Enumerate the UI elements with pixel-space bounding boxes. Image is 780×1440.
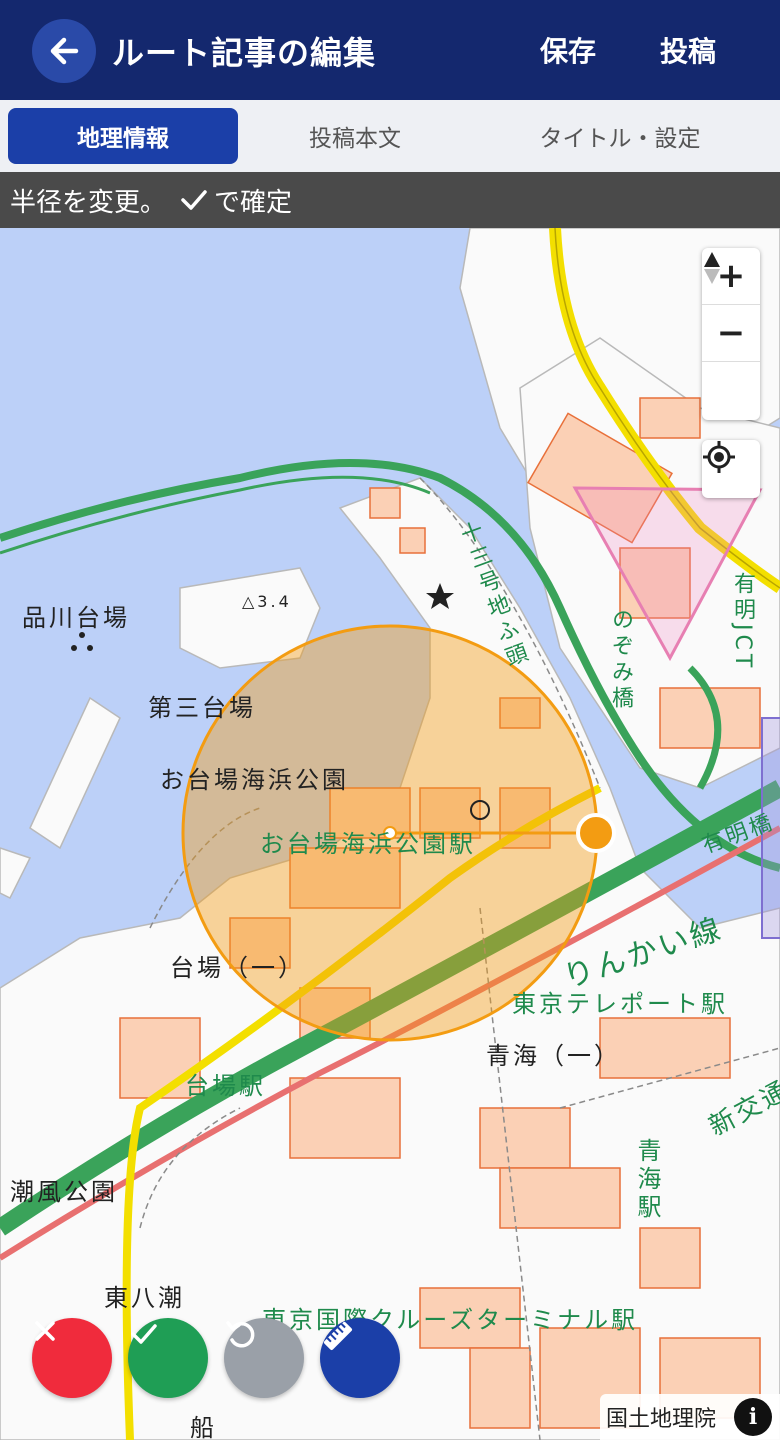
map-label-kaihin-station: お台場海浜公園駅 [260, 830, 476, 858]
map-label-nozomi-bridge: のぞみ橋 [608, 608, 633, 712]
measure-button[interactable] [320, 1318, 400, 1398]
compass-button[interactable] [702, 252, 760, 419]
map-label-aomi-station: 青海駅 [633, 1138, 661, 1222]
save-button[interactable]: 保存 [540, 30, 596, 70]
map-view[interactable]: 品川台場 △3.4 第三台場 お台場海浜公園 お台場海浜公園駅 台場（一） 台場… [0, 228, 780, 1440]
compass-icon [704, 252, 720, 284]
map-label-higashi-yashio: 東八潮 [104, 1284, 185, 1312]
confirm-button[interactable] [128, 1318, 208, 1398]
map-label-daiba-station: 台場駅 [185, 1072, 266, 1100]
map-label-shiokaze-park: 潮風公園 [10, 1178, 118, 1206]
back-button[interactable] [32, 19, 96, 83]
status-bar: 半径を変更。 で確定 [0, 172, 780, 228]
map-label-cruise-terminal: 東京国際クルーズターミナル駅 [262, 1306, 639, 1334]
zoom-out-button[interactable]: − [702, 305, 760, 362]
tab-bar: 地理情報 投稿本文 タイトル・設定 [0, 100, 780, 172]
cancel-button[interactable] [32, 1318, 112, 1398]
map-label-elevation: △3.4 [242, 592, 292, 611]
arrow-left-icon [50, 37, 79, 65]
locate-button[interactable] [702, 440, 760, 498]
map-label-kaihin-park: お台場海浜公園 [160, 766, 349, 794]
map-label-aomi-1: 青海（一） [486, 1042, 621, 1070]
post-button[interactable]: 投稿 [660, 30, 716, 70]
undo-icon [226, 1321, 255, 1348]
crosshair-icon [703, 441, 735, 473]
map-label-shinagawa: 品川台場 [22, 604, 130, 632]
zoom-controls: + − [702, 248, 760, 420]
status-text-confirm: で確定 [214, 187, 293, 218]
close-icon [35, 1321, 55, 1341]
attribution-text: 国土地理院 [606, 1407, 717, 1432]
check-icon [131, 1324, 157, 1344]
map-label-ship: 船 [190, 1414, 217, 1440]
tab-post-body[interactable]: 投稿本文 [240, 108, 470, 164]
tab-geo-info[interactable]: 地理情報 [8, 108, 238, 164]
app-header: ルート記事の編集 保存 投稿 [0, 0, 780, 100]
page-title: ルート記事の編集 [112, 34, 377, 72]
map-label-daiba-1: 台場（一） [170, 954, 305, 982]
ruler-icon [323, 1321, 353, 1351]
map-attribution: 国土地理院 i [600, 1394, 780, 1440]
status-text: 半径を変更。 [10, 187, 167, 218]
check-icon [180, 186, 208, 214]
map-label-teleport-station: 東京テレポート駅 [512, 990, 728, 1018]
info-icon[interactable]: i [734, 1398, 772, 1436]
map-label-daisan-daiba: 第三台場 [148, 694, 256, 722]
undo-button[interactable] [224, 1318, 304, 1398]
map-label-ariake-jct: 有明JCT [730, 572, 755, 672]
tab-title-settings[interactable]: タイトル・設定 [500, 108, 740, 164]
